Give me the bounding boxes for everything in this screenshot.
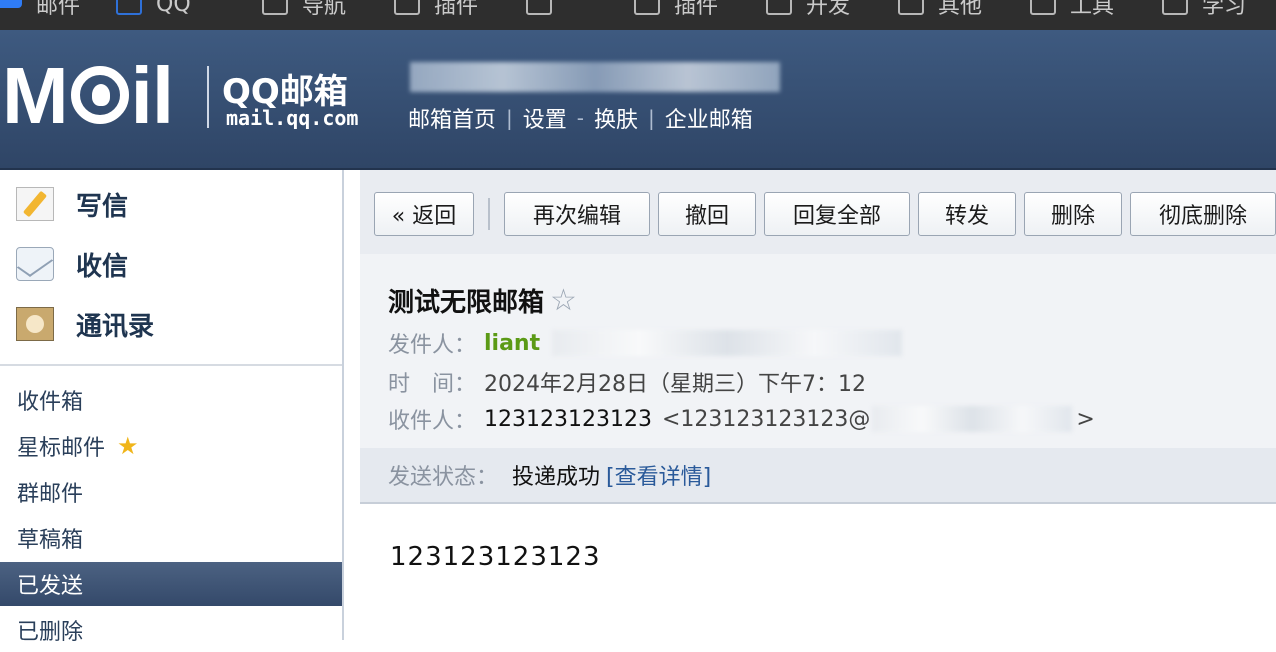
star-outline-icon[interactable]: ☆ — [550, 283, 577, 318]
delivery-status-bar: 发送状态： 投递成功 [查看详情] — [360, 448, 1276, 504]
folder-deleted[interactable]: 已删除 — [0, 608, 342, 652]
toolbar: « 返回 再次编辑 撤回 回复全部 转发 删除 彻底删除 — [360, 170, 1276, 255]
recipient-name[interactable]: 123123123123 — [484, 407, 652, 432]
folder-label: 已发送 — [17, 574, 84, 599]
folder-starred[interactable]: 星标邮件 ★ — [0, 424, 342, 468]
bookmark-item[interactable]: QQ — [116, 0, 191, 17]
mail-info: 测试无限邮箱 ☆ 发件人： liant 时 间： 2024年2月28日（星期三）… — [360, 254, 1276, 448]
time-value: 2024年2月28日（星期三）下午7：12 — [484, 372, 866, 397]
folder-label: 草稿箱 — [17, 528, 84, 553]
contacts-label: 通讯录 — [76, 311, 155, 342]
folder-drafts[interactable]: 草稿箱 — [0, 516, 342, 560]
folder-icon — [262, 0, 288, 15]
logo-divider — [207, 66, 209, 128]
back-button[interactable]: « 返回 — [374, 192, 474, 236]
account-info-redacted — [410, 62, 780, 92]
mail-subject: 测试无限邮箱 ☆ — [388, 282, 577, 319]
receive-action[interactable]: 收信 — [16, 246, 128, 282]
forward-button[interactable]: 转发 — [918, 192, 1016, 236]
sender-label: 发件人： — [388, 333, 477, 358]
bookmark-item[interactable]: 插件 — [394, 0, 478, 19]
folder-group-mail[interactable]: 群邮件 — [0, 470, 342, 514]
folder-icon — [526, 0, 552, 15]
enterprise-mail-link[interactable]: 企业邮箱 — [665, 102, 753, 134]
folder-icon — [116, 0, 142, 15]
bookmark-item[interactable]: 导航 — [262, 0, 346, 19]
mail-reader: « 返回 再次编辑 撤回 回复全部 转发 删除 彻底删除 测试无限邮箱 ☆ 发件… — [344, 170, 1276, 640]
receive-label: 收信 — [76, 251, 129, 282]
mail-body-text: 123123123123 — [390, 542, 601, 572]
status-value: 投递成功 — [512, 465, 601, 490]
nav-separator: | — [506, 106, 513, 130]
reply-all-button[interactable]: 回复全部 — [764, 192, 910, 236]
edit-again-button[interactable]: 再次编辑 — [504, 192, 650, 236]
bookmark-item[interactable]: 插件 — [634, 0, 718, 19]
home-link[interactable]: 邮箱首页 — [408, 102, 496, 134]
time-row: 时 间： 2024年2月28日（星期三）下午7：12 — [388, 367, 866, 397]
contacts-icon — [16, 307, 54, 341]
nav-separator: - — [576, 106, 584, 130]
recipient-email-end: > — [1076, 406, 1095, 432]
delete-button[interactable]: 删除 — [1024, 192, 1122, 236]
toolbar-separator — [488, 198, 490, 230]
view-details-link[interactable]: [查看详情] — [606, 459, 711, 491]
recipient-domain-redacted — [872, 406, 1073, 432]
mail-logo[interactable]: M il — [2, 51, 174, 140]
folder-icon — [1030, 0, 1056, 15]
bookmark-item[interactable]: 开发 — [766, 0, 850, 19]
delete-permanently-button[interactable]: 彻底删除 — [1130, 192, 1276, 236]
bookmark-icon — [0, 0, 22, 8]
mail-header: M il QQ邮箱 mail.qq.com 邮箱首页 | 设置 - 换肤 | 企… — [0, 30, 1276, 170]
folder-icon — [394, 0, 420, 15]
nav-separator: | — [648, 106, 655, 130]
logo-letters-il: il — [130, 51, 174, 140]
folder-icon — [898, 0, 924, 15]
contacts-action[interactable]: 通讯录 — [16, 306, 154, 342]
sender-row: 发件人： liant — [388, 328, 903, 358]
recipient-label: 收件人： — [388, 409, 477, 434]
sender-email-redacted — [552, 330, 903, 356]
inbox-icon — [16, 247, 54, 281]
recipient-email: <123123123123@ — [661, 406, 871, 432]
folder-icon — [1162, 0, 1188, 15]
compose-action[interactable]: 写信 — [16, 186, 128, 222]
folder-icon — [766, 0, 792, 15]
logo-letter-m: M — [2, 51, 69, 140]
sender-name[interactable]: liant — [484, 331, 540, 356]
qq-penguin-icon — [70, 66, 129, 124]
bookmark-item[interactable]: 工具 — [1030, 0, 1114, 19]
folder-inbox[interactable]: 收件箱 — [0, 378, 342, 422]
status-label: 发送状态： — [388, 465, 499, 490]
folder-label: 收件箱 — [17, 390, 84, 415]
header-nav: 邮箱首页 | 设置 - 换肤 | 企业邮箱 — [408, 102, 753, 134]
compose-label: 写信 — [76, 191, 129, 222]
recipient-row: 收件人： 123123123123 <123123123123@ > — [388, 404, 1095, 434]
folder-icon — [634, 0, 660, 15]
bookmark-item[interactable]: 学习 — [1162, 0, 1246, 19]
skin-link[interactable]: 换肤 — [594, 102, 638, 134]
bookmark-item[interactable]: 邮件 — [36, 0, 80, 19]
time-label: 时 间： — [388, 372, 477, 397]
bookmark-item[interactable] — [526, 0, 566, 15]
folder-label: 已删除 — [17, 620, 84, 645]
subject-text: 测试无限邮箱 — [388, 288, 545, 318]
recall-button[interactable]: 撤回 — [658, 192, 756, 236]
bookmarks-bar: 邮件 QQ 导航 插件 插件 开发 其他 工具 学习 — [0, 0, 1276, 30]
star-icon: ★ — [117, 432, 139, 460]
sidebar-divider — [0, 364, 342, 366]
sidebar: 写信 收信 通讯录 收件箱 星标邮件 ★ 群邮件 草稿箱 已发送 已删除 — [0, 170, 344, 645]
brand-domain: mail.qq.com — [226, 106, 359, 130]
folder-label: 群邮件 — [17, 482, 84, 507]
settings-link[interactable]: 设置 — [523, 102, 567, 134]
write-icon — [16, 187, 54, 221]
folder-label: 星标邮件 — [17, 436, 106, 461]
mail-body: 123123123123 — [360, 504, 1276, 640]
folder-sent[interactable]: 已发送 — [0, 562, 342, 606]
bookmark-item[interactable]: 其他 — [898, 0, 982, 19]
